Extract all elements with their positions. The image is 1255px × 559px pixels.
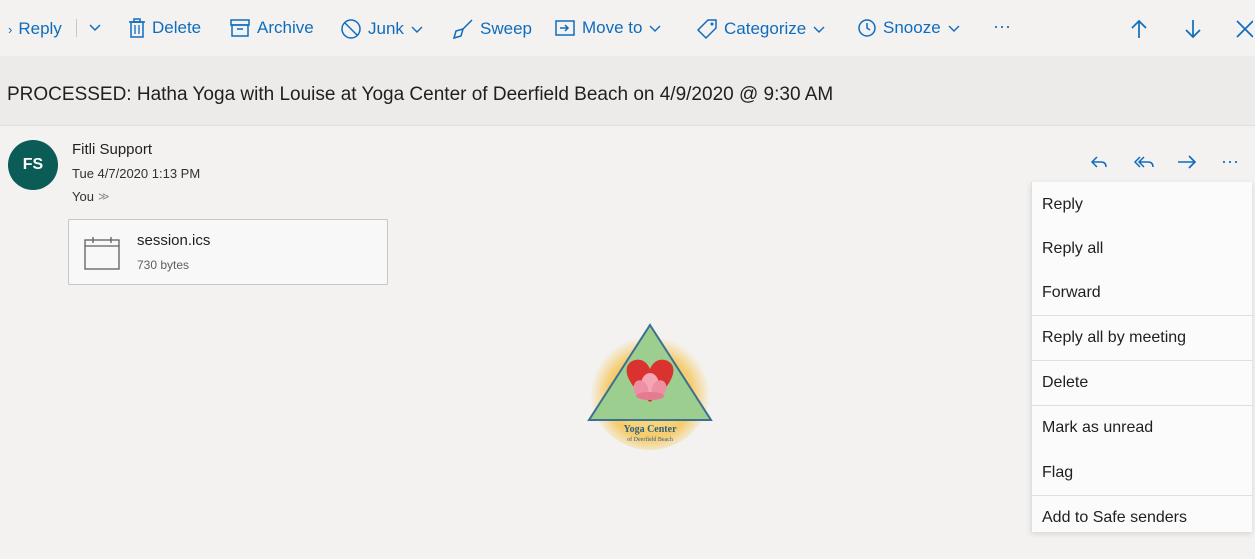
expand-recipients-icon[interactable]: ≫	[98, 190, 110, 203]
menu-item-reply[interactable]: Reply	[1042, 196, 1083, 214]
reply-arrow-icon[interactable]	[1089, 152, 1109, 177]
avatar[interactable]: FS	[8, 140, 58, 190]
message-more-button[interactable]: ···	[1221, 151, 1239, 172]
chevron-down-icon	[812, 22, 826, 36]
archive-button[interactable]: Archive	[229, 18, 314, 38]
reply-all-arrow-icon[interactable]	[1133, 152, 1157, 177]
menu-item-reply-all-by-meeting[interactable]: Reply all by meeting	[1042, 329, 1186, 347]
move-folder-icon	[554, 18, 576, 38]
message-subject: PROCESSED: Hatha Yoga with Louise at Yog…	[7, 84, 834, 105]
sweep-button[interactable]: Sweep	[452, 18, 532, 40]
attachment-name: session.ics	[137, 232, 211, 249]
block-icon	[340, 18, 362, 40]
reply-dropdown-chevron-icon[interactable]	[88, 17, 102, 42]
menu-divider	[1032, 360, 1252, 361]
tag-icon	[696, 18, 718, 40]
recipients[interactable]: You ≫	[72, 189, 109, 204]
yoga-center-logo: Yoga Center of Deerfield Beach	[585, 322, 715, 452]
broom-icon	[452, 18, 474, 40]
close-icon[interactable]	[1235, 19, 1254, 44]
categorize-button[interactable]: Categorize	[696, 18, 826, 40]
menu-divider	[1032, 495, 1252, 496]
snooze-button[interactable]: Snooze	[857, 18, 961, 38]
menu-item-reply-all[interactable]: Reply all	[1042, 240, 1103, 258]
forward-arrow-icon[interactable]	[1176, 152, 1198, 177]
menu-divider	[1032, 315, 1252, 316]
next-message-arrow-icon[interactable]	[1182, 18, 1204, 45]
attachment-card[interactable]: session.ics 730 bytes	[68, 219, 388, 285]
menu-item-flag[interactable]: Flag	[1042, 464, 1073, 482]
delete-button[interactable]: Delete	[128, 18, 201, 38]
clock-icon	[857, 18, 877, 38]
command-toolbar: › Reply Delete Archive Junk Sweep Move t…	[0, 0, 1255, 56]
chevron-down-icon	[410, 22, 424, 36]
junk-button[interactable]: Junk	[340, 18, 424, 40]
reply-button[interactable]: › Reply	[8, 19, 62, 39]
menu-item-forward[interactable]: Forward	[1042, 284, 1101, 302]
message-context-menu: Reply Reply all Forward Reply all by mee…	[1031, 182, 1252, 532]
logo-text-line1: Yoga Center	[623, 424, 677, 435]
calendar-file-icon	[84, 236, 120, 275]
reply-chevron-icon: ›	[8, 21, 13, 37]
menu-divider	[1032, 405, 1252, 406]
more-actions-button[interactable]: ···	[993, 16, 1011, 37]
menu-item-mark-as-unread[interactable]: Mark as unread	[1042, 419, 1153, 437]
sender-name[interactable]: Fitli Support	[72, 141, 152, 158]
chevron-down-icon	[947, 21, 961, 35]
menu-item-add-to-safe-senders[interactable]: Add to Safe senders	[1042, 509, 1187, 527]
message-date: Tue 4/7/2020 1:13 PM	[72, 166, 201, 181]
logo-text-line2: of Deerfield Beach	[627, 436, 673, 443]
archive-icon	[229, 18, 251, 38]
recipient-label: You	[72, 189, 94, 204]
attachment-size: 730 bytes	[137, 258, 190, 272]
chevron-down-icon	[648, 21, 662, 35]
previous-message-arrow-icon[interactable]	[1128, 18, 1150, 45]
subject-bar: PROCESSED: Hatha Yoga with Louise at Yog…	[0, 56, 1255, 126]
trash-icon	[128, 18, 146, 38]
menu-item-delete[interactable]: Delete	[1042, 374, 1088, 392]
toolbar-divider	[76, 19, 77, 37]
move-to-button[interactable]: Move to	[554, 18, 662, 38]
